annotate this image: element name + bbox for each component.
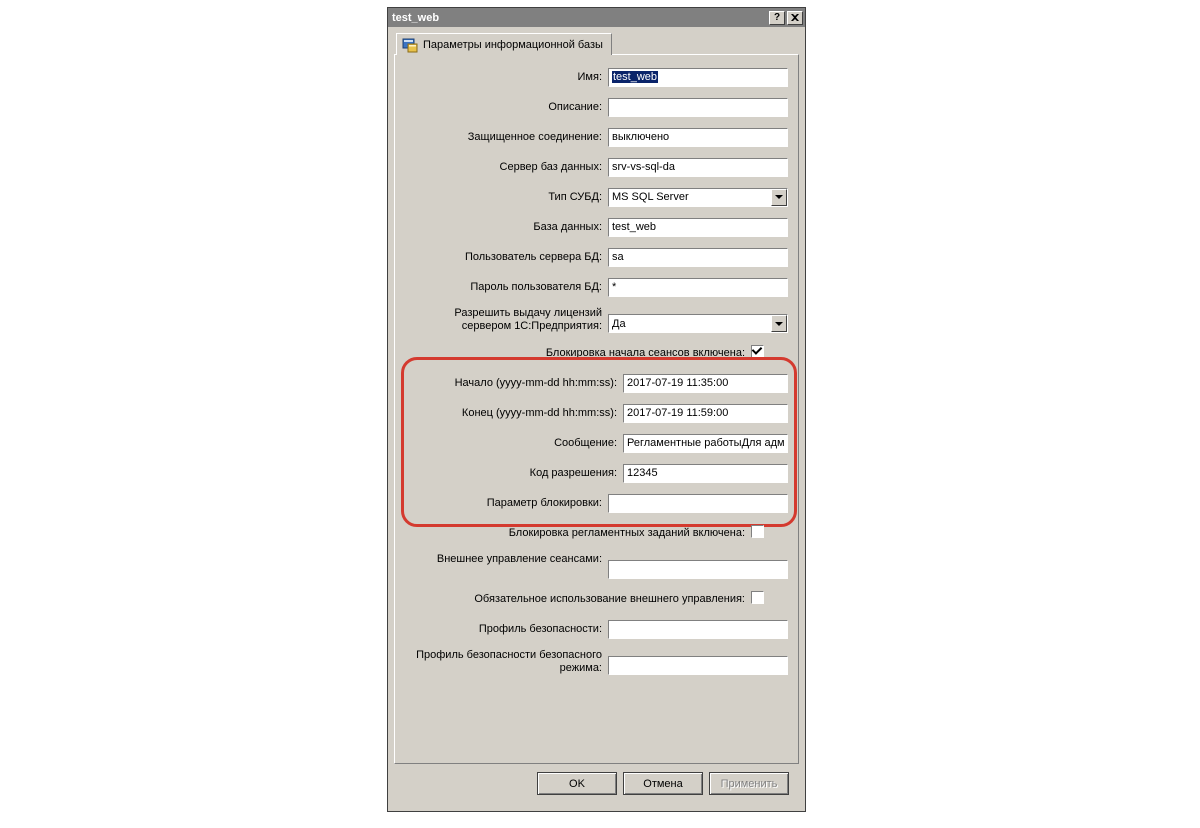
label-block-start: Начало (yyyy-mm-dd hh:mm:ss): xyxy=(405,377,623,390)
apply-button[interactable]: Применить xyxy=(709,772,789,795)
input-safe-profile[interactable] xyxy=(608,656,788,675)
label-block-end: Конец (yyyy-mm-dd hh:mm:ss): xyxy=(405,407,623,420)
label-database: База данных: xyxy=(405,221,608,234)
label-license: Разрешить выдачу лицензий сервером 1С:Пр… xyxy=(405,307,608,333)
label-description: Описание: xyxy=(405,101,608,114)
cancel-button[interactable]: Отмена xyxy=(623,772,703,795)
label-jobs-block: Блокировка регламентных заданий включена… xyxy=(405,527,751,540)
checkbox-ext-required[interactable] xyxy=(751,591,764,604)
row-db-user: Пользователь сервера БД: xyxy=(405,247,788,267)
row-block-message: Сообщение: xyxy=(405,433,788,453)
input-description[interactable] xyxy=(608,98,788,117)
row-name: Имя: test_web xyxy=(405,67,788,87)
row-permit-code: Код разрешения: xyxy=(405,463,788,483)
row-jobs-block: Блокировка регламентных заданий включена… xyxy=(405,523,788,543)
row-block-enabled: Блокировка начала сеансов включена: xyxy=(405,343,788,363)
help-button[interactable]: ? xyxy=(769,11,785,25)
dialog-window: test_web ? Параметры информационной базы xyxy=(387,7,806,812)
input-security-profile[interactable] xyxy=(608,620,788,639)
label-safe-profile: Профиль безопасности безопасного режима: xyxy=(405,649,608,675)
dialog-body: Параметры информационной базы Имя: test_… xyxy=(388,27,805,811)
input-block-message[interactable] xyxy=(623,434,788,453)
row-ext-required: Обязательное использование внешнего упра… xyxy=(405,589,788,609)
row-security-profile: Профиль безопасности: xyxy=(405,619,788,639)
input-block-param[interactable] xyxy=(608,494,788,513)
checkbox-jobs-block[interactable] xyxy=(751,525,764,538)
row-ext-management: Внешнее управление сеансами: xyxy=(405,553,788,579)
input-db-user[interactable] xyxy=(608,248,788,267)
row-secure-connection: Защищенное соединение: xyxy=(405,127,788,147)
label-block-enabled: Блокировка начала сеансов включена: xyxy=(405,347,751,360)
label-security-profile: Профиль безопасности: xyxy=(405,623,608,636)
row-description: Описание: xyxy=(405,97,788,117)
window-title: test_web xyxy=(390,12,767,24)
tab-strip: Параметры информационной базы xyxy=(394,33,799,55)
tab-page: Имя: test_web Описание: Защищенное соеди… xyxy=(394,54,799,764)
label-name: Имя: xyxy=(405,71,608,84)
label-db-user: Пользователь сервера БД: xyxy=(405,251,608,264)
row-license: Разрешить выдачу лицензий сервером 1С:Пр… xyxy=(405,307,788,333)
input-permit-code[interactable] xyxy=(623,464,788,483)
combo-dbms[interactable]: MS SQL Server xyxy=(608,188,788,207)
button-bar: OK Отмена Применить xyxy=(394,764,799,805)
checkbox-block-enabled[interactable] xyxy=(751,345,764,358)
input-database[interactable] xyxy=(608,218,788,237)
combo-license-value: Да xyxy=(609,317,771,331)
label-block-message: Сообщение: xyxy=(405,437,623,450)
label-ext-management: Внешнее управление сеансами: xyxy=(405,553,608,566)
row-db-password: Пароль пользователя БД: xyxy=(405,277,788,297)
chevron-down-icon[interactable] xyxy=(771,189,787,206)
input-secure-connection[interactable] xyxy=(608,128,788,147)
row-dbms: Тип СУБД: MS SQL Server xyxy=(405,187,788,207)
combo-dbms-value: MS SQL Server xyxy=(609,190,771,204)
input-db-server[interactable] xyxy=(608,158,788,177)
input-block-start[interactable] xyxy=(623,374,788,393)
label-block-param: Параметр блокировки: xyxy=(405,497,608,510)
label-permit-code: Код разрешения: xyxy=(405,467,623,480)
label-dbms: Тип СУБД: xyxy=(405,191,608,204)
input-db-password[interactable] xyxy=(608,278,788,297)
ok-button[interactable]: OK xyxy=(537,772,617,795)
row-block-param: Параметр блокировки: xyxy=(405,493,788,513)
label-secure-connection: Защищенное соединение: xyxy=(405,131,608,144)
input-block-end[interactable] xyxy=(623,404,788,423)
input-name[interactable]: test_web xyxy=(608,68,788,87)
label-db-server: Сервер баз данных: xyxy=(405,161,608,174)
input-ext-management[interactable] xyxy=(608,560,788,579)
row-block-end: Конец (yyyy-mm-dd hh:mm:ss): xyxy=(405,403,788,423)
combo-license[interactable]: Да xyxy=(608,314,788,333)
row-safe-profile: Профиль безопасности безопасного режима: xyxy=(405,649,788,675)
tab-label: Параметры информационной базы xyxy=(423,39,603,51)
tab-infobase-params[interactable]: Параметры информационной базы xyxy=(396,33,612,55)
row-database: База данных: xyxy=(405,217,788,237)
label-db-password: Пароль пользователя БД: xyxy=(405,281,608,294)
label-ext-required: Обязательное использование внешнего упра… xyxy=(405,593,751,606)
close-button[interactable] xyxy=(787,11,803,25)
chevron-down-icon[interactable] xyxy=(771,315,787,332)
infobase-icon xyxy=(402,37,418,53)
row-db-server: Сервер баз данных: xyxy=(405,157,788,177)
titlebar[interactable]: test_web ? xyxy=(388,8,805,27)
row-block-start: Начало (yyyy-mm-dd hh:mm:ss): xyxy=(405,373,788,393)
